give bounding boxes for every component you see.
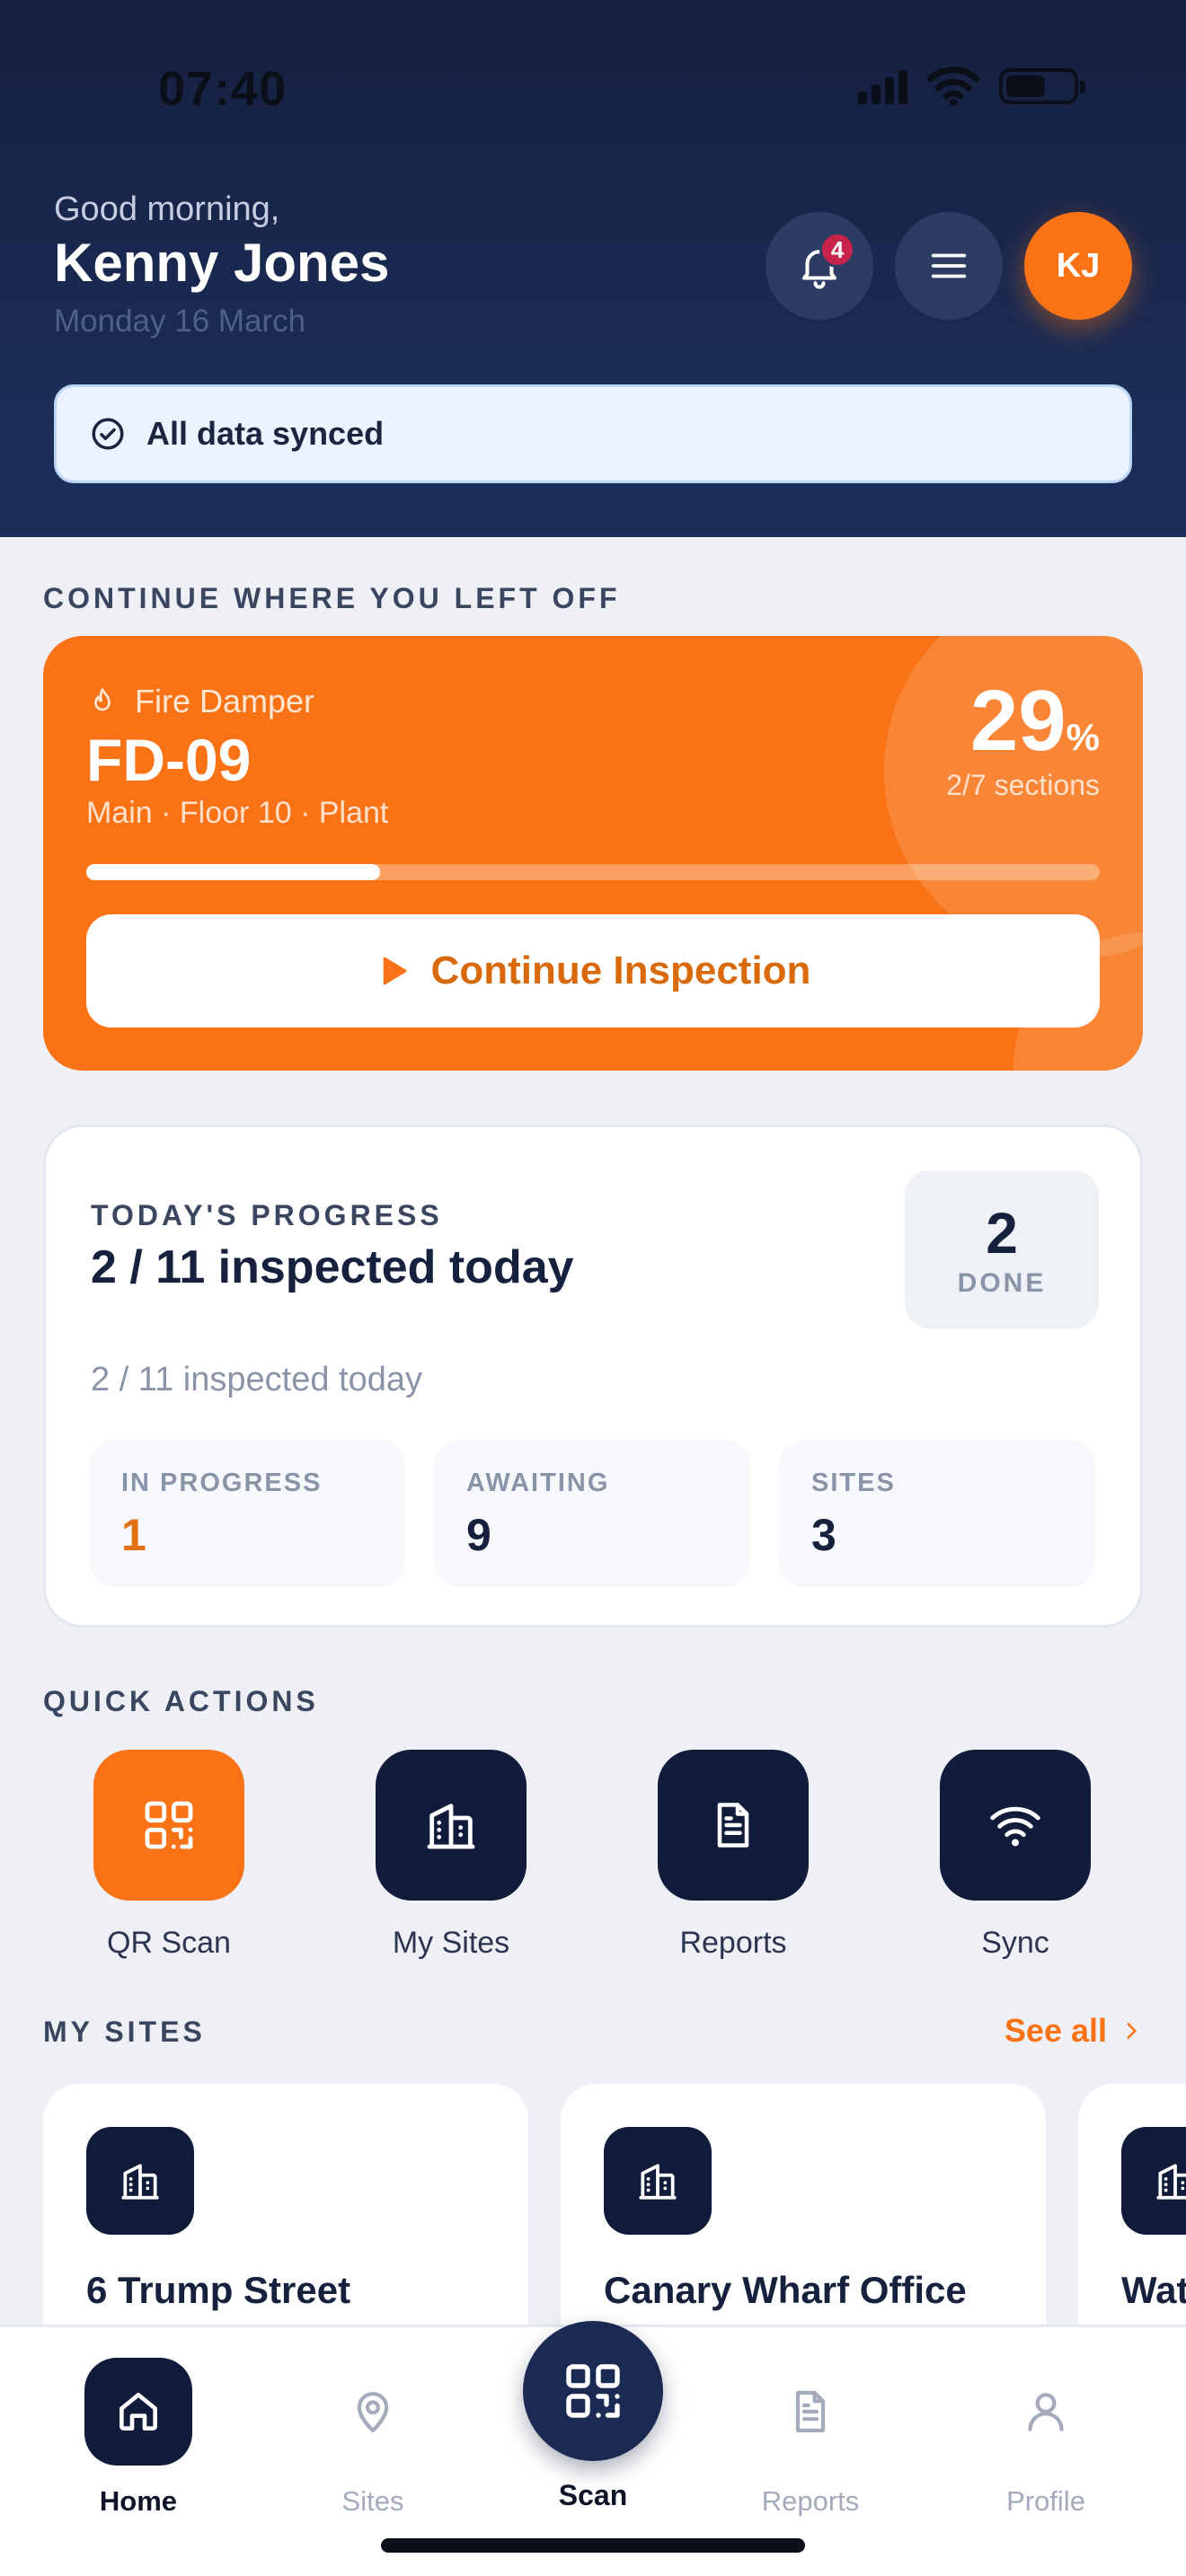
- progress-label: TODAY'S PROGRESS: [91, 1199, 443, 1231]
- user-name: Kenny Jones: [54, 233, 390, 293]
- done-count: 2: [986, 1201, 1018, 1266]
- play-icon: [383, 957, 407, 985]
- nav-icon-box: [84, 2358, 192, 2466]
- status-time: 07:40: [158, 62, 288, 116]
- hamburger-menu-icon: [931, 253, 967, 278]
- stat-label: SITES: [811, 1469, 896, 1497]
- building-icon: [639, 2164, 677, 2200]
- quick-action-sync[interactable]: Sync: [925, 1750, 1105, 1961]
- site-name: Wat: [1121, 2269, 1186, 2311]
- avatar[interactable]: KJ: [1024, 212, 1132, 320]
- home-indicator: [381, 2538, 805, 2553]
- nav-label: Sites: [341, 2485, 404, 2517]
- nav-reports[interactable]: Reports: [721, 2358, 900, 2518]
- see-all-label: See all: [1004, 2012, 1107, 2049]
- nav-icon-box: [757, 2358, 864, 2466]
- progress-headline: 2 / 11 inspected today: [91, 1241, 574, 1293]
- quick-action-label: QR Scan: [107, 1926, 231, 1960]
- progress-subtext: 2 / 11 inspected today: [91, 1361, 422, 1398]
- quick-actions-title: QUICK ACTIONS: [43, 1685, 319, 1717]
- stat-value: 1: [121, 1510, 146, 1560]
- sync-status-bar: All data synced: [54, 384, 1132, 483]
- progress-percent: 29%: [970, 672, 1100, 771]
- quick-action-tile[interactable]: [658, 1750, 809, 1901]
- asset-type-label: Fire Damper: [135, 683, 315, 719]
- continue-inspection-card[interactable]: Fire Damper FD-09 Main · Floor 10 · Plan…: [43, 636, 1143, 1071]
- quick-action-label: Sync: [981, 1926, 1049, 1960]
- wifi-status-icon: [927, 66, 979, 106]
- stat-sites: SITES 3: [779, 1440, 1095, 1587]
- check-circle-icon: [92, 418, 124, 450]
- qr-code-icon: [145, 1801, 193, 1849]
- site-icon-box: [1121, 2127, 1186, 2235]
- continue-section-title: CONTINUE WHERE YOU LEFT OFF: [43, 582, 621, 614]
- battery-icon: [999, 68, 1085, 104]
- quick-action-tile[interactable]: [376, 1750, 527, 1901]
- sync-status-text: All data synced: [146, 415, 385, 452]
- site-icon-box: [604, 2127, 712, 2235]
- quick-action-label: Reports: [679, 1926, 787, 1960]
- progress-percent-value: 29: [969, 673, 1067, 769]
- my-sites-title: MY SITES: [43, 2016, 206, 2048]
- header: 07:40 Good morning, Kenny Jones Monday 1…: [0, 0, 1186, 537]
- qr-code-icon: [566, 2364, 620, 2418]
- quick-action-my-sites[interactable]: My Sites: [361, 1750, 541, 1961]
- nav-label: Home: [99, 2485, 178, 2517]
- notifications-button[interactable]: [766, 212, 873, 320]
- asset-location: Main · Floor 10 · Plant: [86, 796, 389, 830]
- building-icon: [121, 2164, 159, 2200]
- stat-awaiting: AWAITING 9: [434, 1440, 750, 1587]
- asset-type: Fire Damper: [86, 683, 314, 720]
- nav-home[interactable]: Home: [49, 2358, 228, 2518]
- quick-action-qr-scan[interactable]: QR Scan: [79, 1750, 259, 1961]
- quick-action-label: My Sites: [392, 1926, 510, 1960]
- sections-count: 2/7 sections: [946, 769, 1100, 801]
- building-icon: [427, 1804, 475, 1849]
- date-text: Monday 16 March: [54, 304, 306, 339]
- stat-value: 9: [466, 1510, 491, 1560]
- nav-label: Profile: [1006, 2485, 1085, 2517]
- stat-value: 3: [811, 1510, 836, 1560]
- quick-action-tile[interactable]: [93, 1750, 244, 1901]
- progress-bar-fill: [86, 864, 381, 880]
- wifi-icon: [990, 1806, 1040, 1847]
- flame-icon: [94, 688, 111, 711]
- quick-action-tile[interactable]: [940, 1750, 1091, 1901]
- see-all-link[interactable]: See all: [1005, 2012, 1143, 2050]
- continue-inspection-button[interactable]: Continue Inspection: [86, 914, 1100, 1028]
- nav-sites[interactable]: Sites: [283, 2358, 463, 2518]
- progress-bar: [86, 864, 1100, 880]
- asset-id: FD-09: [86, 727, 252, 793]
- site-name: 6 Trump Street: [86, 2269, 351, 2311]
- stat-in-progress: IN PROGRESS 1: [89, 1440, 405, 1587]
- status-icons: [858, 66, 1085, 106]
- progress-percent-sign: %: [1066, 716, 1100, 758]
- scan-button[interactable]: [523, 2321, 663, 2461]
- scan-label[interactable]: Scan: [503, 2479, 683, 2512]
- done-label: DONE: [957, 1268, 1047, 1298]
- nav-icon-box: [319, 2358, 427, 2466]
- document-icon: [795, 2390, 826, 2433]
- nav-label: Reports: [761, 2485, 860, 2517]
- greeting: Good morning,: [54, 190, 280, 228]
- home-icon: [119, 2393, 158, 2430]
- continue-inspection-label: Continue Inspection: [430, 948, 811, 992]
- map-pin-icon: [357, 2392, 389, 2433]
- chevron-right-icon: [1127, 2023, 1137, 2039]
- nav-profile[interactable]: Profile: [956, 2358, 1136, 2518]
- menu-button[interactable]: [895, 212, 1003, 320]
- user-icon: [1028, 2393, 1064, 2431]
- document-icon: [717, 1803, 749, 1848]
- cellular-signal-icon: [858, 68, 907, 104]
- stat-label: AWAITING: [466, 1469, 610, 1497]
- todays-progress-card: TODAY'S PROGRESS 2 / 11 inspected today …: [43, 1125, 1143, 1628]
- stat-label: IN PROGRESS: [121, 1469, 323, 1497]
- site-icon-box: [86, 2127, 194, 2235]
- building-icon: [1156, 2164, 1186, 2200]
- done-count-box: 2 DONE: [905, 1170, 1099, 1328]
- nav-icon-box: [992, 2358, 1100, 2466]
- notification-badge: 4: [819, 232, 855, 268]
- quick-action-reports[interactable]: Reports: [643, 1750, 823, 1961]
- site-name: Canary Wharf Office: [604, 2269, 967, 2311]
